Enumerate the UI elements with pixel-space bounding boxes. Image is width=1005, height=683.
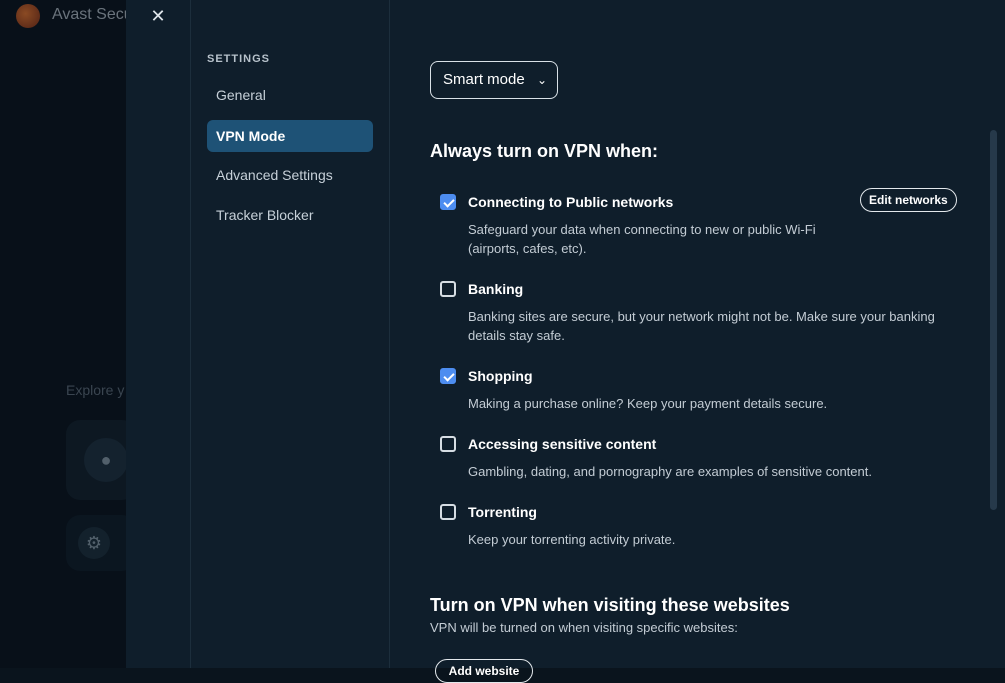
option-description: Keep your torrenting activity private.: [468, 532, 676, 547]
checkbox-public-networks[interactable]: [440, 194, 456, 210]
background-explore-text: Explore y: [66, 382, 125, 398]
settings-panel: ✕ SETTINGS General VPN Mode Advanced Set…: [126, 0, 1005, 683]
option-label: Accessing sensitive content: [468, 436, 657, 452]
vpn-mode-content: Smart mode ⌄ Always turn on VPN when: Ed…: [390, 0, 1005, 683]
chevron-down-icon: ⌄: [536, 73, 547, 87]
settings-nav: SETTINGS General VPN Mode Advanced Setti…: [191, 0, 390, 668]
nav-item-vpn-mode[interactable]: VPN Mode: [207, 120, 373, 152]
mode-dropdown-value: Smart mode: [443, 71, 525, 88]
background-app: Avast Secu Explore y ● ⚙: [0, 0, 136, 668]
edit-networks-button[interactable]: Edit networks: [860, 188, 957, 212]
avast-logo-icon: [16, 4, 40, 28]
nav-item-advanced-settings[interactable]: Advanced Settings: [207, 159, 373, 191]
add-website-button[interactable]: Add website: [435, 659, 533, 683]
always-on-title: Always turn on VPN when:: [430, 141, 659, 161]
nav-item-general[interactable]: General: [207, 79, 373, 111]
option-label: Torrenting: [468, 504, 537, 520]
nav-item-tracker-blocker[interactable]: Tracker Blocker: [207, 199, 373, 231]
websites-description: VPN will be turned on when visiting spec…: [430, 620, 738, 635]
settings-heading: SETTINGS: [207, 53, 271, 65]
checkbox-banking[interactable]: [440, 281, 456, 297]
close-column: ✕: [126, 0, 191, 668]
checkbox-shopping[interactable]: [440, 368, 456, 384]
option-label: Banking: [468, 281, 524, 297]
option-description: Banking sites are secure, but your netwo…: [468, 309, 935, 343]
option-description: Gambling, dating, and pornography are ex…: [468, 464, 872, 479]
incognito-icon: ●: [84, 438, 128, 482]
checkbox-sensitive-content[interactable]: [440, 436, 456, 452]
option-label: Connecting to Public networks: [468, 194, 674, 210]
checkbox-torrenting[interactable]: [440, 504, 456, 520]
mode-dropdown[interactable]: Smart mode ⌄: [430, 61, 558, 99]
background-app-title: Avast Secu: [52, 6, 133, 23]
websites-title: Turn on VPN when visiting these websites: [430, 595, 790, 615]
option-description: Making a purchase online? Keep your paym…: [468, 396, 828, 411]
scrollbar[interactable]: [990, 130, 997, 510]
gear-icon: ⚙: [78, 527, 110, 559]
option-description: Safeguard your data when connecting to n…: [468, 222, 816, 256]
option-label: Shopping: [468, 368, 533, 384]
close-icon[interactable]: ✕: [148, 6, 168, 26]
